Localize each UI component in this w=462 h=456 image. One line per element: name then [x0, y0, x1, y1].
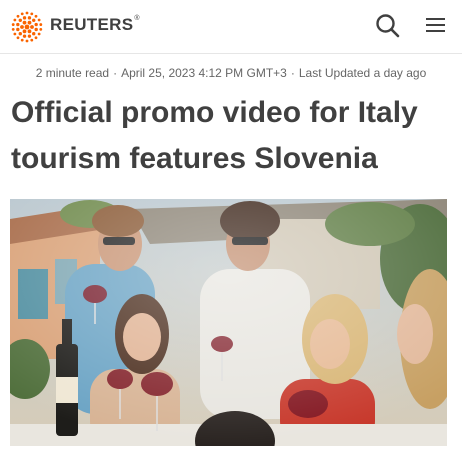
- logo-text: REUTERS: [50, 15, 134, 34]
- article-lead-photo[interactable]: [10, 199, 447, 446]
- article-headline: Official promo video for Italy tourism f…: [11, 96, 418, 175]
- byline-separator: ·: [290, 66, 295, 80]
- reuters-wordmark[interactable]: REUTERS®: [50, 15, 140, 35]
- search-icon[interactable]: [373, 11, 403, 41]
- published-date: April 25, 2023 4:12 PM GMT+3: [121, 66, 287, 80]
- article-byline: 2 minute read · April 25, 2023 4:12 PM GMT…: [0, 66, 462, 80]
- top-bar: REUTERS®: [0, 0, 462, 54]
- hamburger-menu-icon[interactable]: [421, 11, 451, 41]
- registered-mark: ®: [134, 15, 140, 22]
- reuters-dot-logo-icon[interactable]: [10, 10, 44, 44]
- last-updated: Last Updated a day ago: [298, 66, 427, 80]
- byline-separator: ·: [113, 66, 118, 80]
- read-time: 2 minute read: [35, 66, 110, 80]
